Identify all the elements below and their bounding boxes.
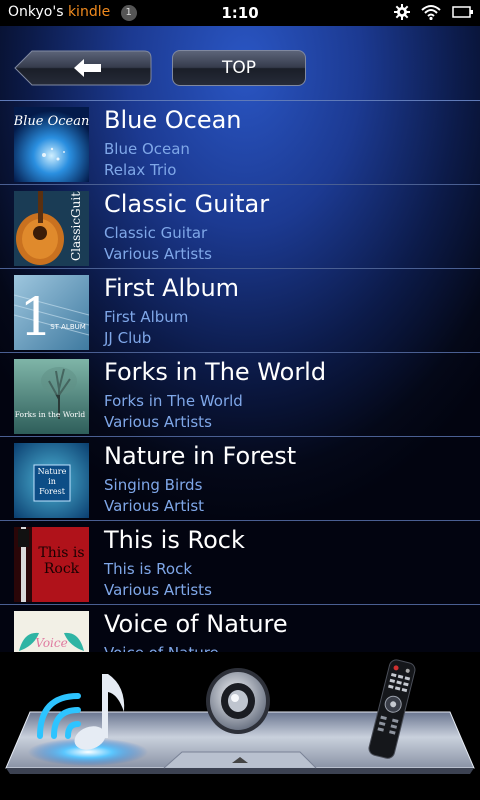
toolbar: TOP: [0, 26, 480, 100]
album-name: Singing Birds: [104, 476, 203, 494]
album-row-nature-in-forest[interactable]: Nature in Forest Nature in Forest Singin…: [0, 437, 480, 521]
album-name: This is Rock: [104, 560, 193, 578]
cover-text: ClassicGuitar: [69, 191, 83, 261]
settings-icon[interactable]: [393, 4, 410, 20]
album-row-first-album[interactable]: 1 ST ALBUM First Album First Album JJ Cl…: [0, 269, 480, 353]
cover-text: This is Rock: [38, 545, 85, 577]
album-list: Blue Ocean Blue Ocean Blue Ocean Relax T…: [0, 101, 480, 652]
cover-text: 1: [19, 288, 52, 348]
album-row-voice-of-nature[interactable]: Voice Voice of Nature Voice of Nature: [0, 605, 480, 652]
album-cover: Blue Ocean: [14, 107, 89, 182]
album-artist: Various Artists: [104, 581, 212, 599]
speaker-icon[interactable]: [204, 666, 272, 736]
album-row-blue-ocean[interactable]: Blue Ocean Blue Ocean Blue Ocean Relax T…: [0, 101, 480, 185]
album-artist: Various Artists: [104, 413, 212, 431]
album-name: Blue Ocean: [104, 140, 190, 158]
cover-text: Blue Ocean: [14, 114, 89, 129]
album-title: Nature in Forest: [104, 442, 297, 470]
cover-text: Nature in Forest: [37, 467, 67, 496]
album-cover: Voice: [14, 611, 89, 652]
album-name: Voice of Nature: [104, 644, 219, 652]
cover-text: Voice: [35, 636, 67, 650]
album-artist: Various Artists: [104, 245, 212, 263]
album-artist: Various Artist: [104, 497, 205, 515]
album-cover: Nature in Forest: [14, 443, 89, 518]
album-artist: Relax Trio: [104, 161, 177, 179]
music-note-wifi-icon[interactable]: [34, 664, 144, 756]
cover-text: Forks in the World: [15, 410, 86, 419]
status-icons: [388, 4, 474, 22]
album-title: Classic Guitar: [104, 190, 270, 218]
album-name: First Album: [104, 308, 189, 326]
top-button[interactable]: TOP: [172, 50, 306, 86]
battery-icon: [452, 6, 473, 18]
main-content: TOP Blue Ocean Blue Ocean Blue Ocean Rel…: [0, 26, 480, 652]
album-title: Voice of Nature: [104, 610, 288, 638]
remote-control-icon[interactable]: [366, 658, 416, 768]
album-cover: ClassicGuitar: [14, 191, 89, 266]
wifi-icon: [421, 5, 441, 20]
album-cover: 1 ST ALBUM: [14, 275, 89, 350]
album-cover: This is Rock: [14, 527, 89, 602]
album-title: Forks in The World: [104, 358, 327, 386]
album-cover: Forks in the World: [14, 359, 89, 434]
album-title: Blue Ocean: [104, 106, 242, 134]
album-name: Classic Guitar: [104, 224, 208, 242]
status-bar: Onkyo's kindle 1 1:10: [0, 0, 480, 26]
album-name: Forks in The World: [104, 392, 243, 410]
album-title: This is Rock: [104, 526, 245, 554]
back-arrow-icon: [74, 59, 101, 77]
back-button[interactable]: [14, 50, 152, 86]
album-row-classic-guitar[interactable]: ClassicGuitar Classic Guitar Classic Gui…: [0, 185, 480, 269]
album-artist: JJ Club: [104, 329, 152, 347]
album-row-forks-in-the-world[interactable]: Forks in the World Forks in The World Fo…: [0, 353, 480, 437]
bottom-nav-bar: [0, 652, 480, 800]
album-row-this-is-rock[interactable]: This is Rock This is Rock This is Rock V…: [0, 521, 480, 605]
album-title: First Album: [104, 274, 240, 302]
cover-subtext: ST ALBUM: [50, 323, 86, 331]
